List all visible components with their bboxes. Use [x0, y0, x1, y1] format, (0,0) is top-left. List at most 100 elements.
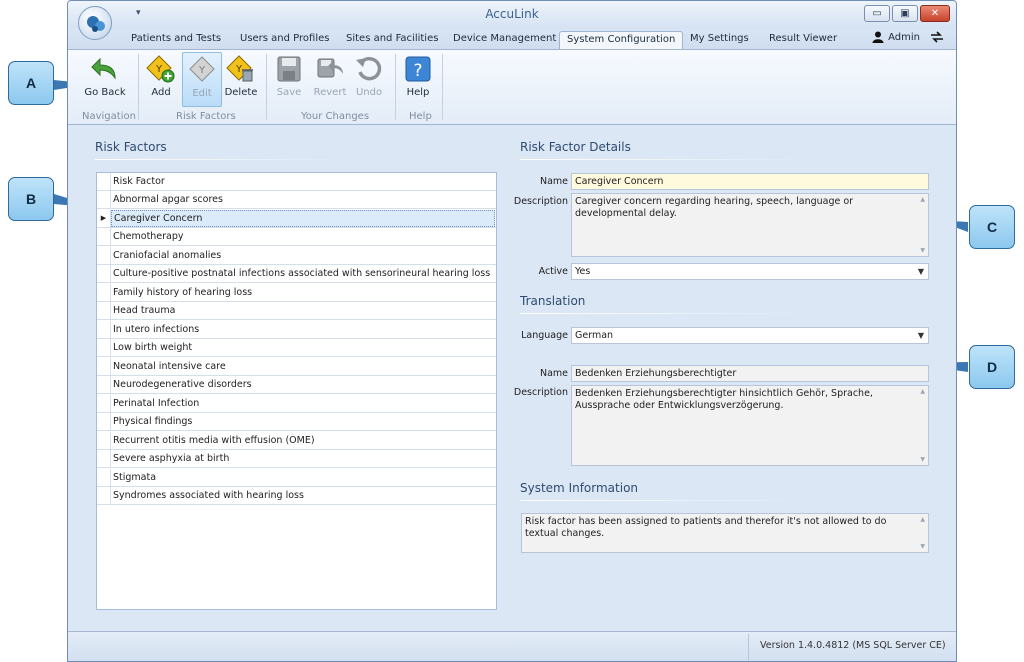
- row-indicator: [97, 320, 111, 338]
- callout-d: D: [969, 345, 1015, 389]
- callout-b: B: [8, 177, 54, 221]
- risk-factor-cell[interactable]: Neonatal intensive care: [113, 358, 226, 375]
- tab-device-management[interactable]: Device Management: [446, 31, 563, 49]
- close-button[interactable]: ✕: [920, 5, 950, 22]
- table-row[interactable]: Syndromes associated with hearing loss: [97, 487, 496, 505]
- risk-factor-cell[interactable]: Low birth weight: [113, 339, 192, 356]
- scroll-down-icon[interactable]: ▼: [920, 247, 925, 254]
- scroll-up-icon[interactable]: ▲: [920, 196, 925, 203]
- translation-name-label: Name: [539, 368, 568, 379]
- user-name[interactable]: Admin: [888, 32, 920, 43]
- table-row[interactable]: Abnormal apgar scores: [97, 191, 496, 209]
- risk-factor-cell[interactable]: Neurodegenerative disorders: [113, 376, 252, 393]
- row-indicator: [97, 191, 111, 208]
- maximize-button[interactable]: ▣: [892, 5, 918, 22]
- title-underline: [520, 159, 820, 160]
- risk-factor-cell[interactable]: Chemotherapy: [113, 228, 184, 245]
- ribbon: Go Back Navigation Y Add Y Edit Y Delete…: [68, 49, 956, 125]
- tab-sites-and-facilities[interactable]: Sites and Facilities: [339, 31, 445, 49]
- table-row[interactable]: Stigmata: [97, 468, 496, 487]
- risk-factor-cell[interactable]: Recurrent otitis media with effusion (OM…: [113, 432, 315, 449]
- add-button[interactable]: Y Add: [141, 52, 181, 107]
- table-row[interactable]: Chemotherapy: [97, 228, 496, 246]
- edit-button[interactable]: Y Edit: [182, 52, 222, 107]
- window-controls: ▭ ▣ ✕: [864, 5, 950, 22]
- table-row[interactable]: Neonatal intensive care: [97, 357, 496, 376]
- translation-name-field[interactable]: Bedenken Erziehungsberechtigter: [571, 365, 929, 382]
- save-button[interactable]: Save: [269, 52, 309, 107]
- edit-risk-factor-icon: Y: [189, 56, 215, 82]
- app-logo-icon[interactable]: [78, 6, 112, 40]
- table-row[interactable]: Culture-positive postnatal infections as…: [97, 265, 496, 283]
- table-row[interactable]: Recurrent otitis media with effusion (OM…: [97, 431, 496, 450]
- revert-button[interactable]: Revert: [310, 52, 350, 107]
- risk-factor-cell[interactable]: In utero infections: [113, 321, 199, 338]
- ribbon-separator: [395, 54, 396, 120]
- tab-result-viewer[interactable]: Result Viewer: [762, 31, 844, 49]
- active-select[interactable]: Yes ▼: [571, 263, 929, 280]
- table-row[interactable]: Craniofacial anomalies: [97, 246, 496, 265]
- risk-factor-cell[interactable]: Physical findings: [113, 413, 192, 430]
- tab-my-settings[interactable]: My Settings: [683, 31, 756, 49]
- risk-factor-cell[interactable]: Caregiver Concern: [111, 209, 495, 227]
- scroll-up-icon[interactable]: ▲: [920, 388, 925, 395]
- table-row[interactable]: Family history of hearing loss: [97, 283, 496, 302]
- language-label: Language: [521, 330, 568, 341]
- risk-factor-cell[interactable]: Head trauma: [113, 302, 175, 319]
- row-indicator: [97, 376, 111, 393]
- back-arrow-icon: [91, 57, 116, 80]
- switch-user-icon[interactable]: [930, 31, 944, 43]
- svg-text:Y: Y: [155, 64, 163, 75]
- app-title: AccuLink: [485, 7, 539, 21]
- risk-factor-name-field[interactable]: Caregiver Concern: [571, 173, 929, 190]
- title-underline: [520, 313, 820, 314]
- group-label-help: Help: [409, 111, 432, 122]
- undo-icon: [356, 56, 382, 81]
- tab-users-and-profiles[interactable]: Users and Profiles: [233, 31, 336, 49]
- tab-system-configuration[interactable]: System Configuration: [559, 31, 684, 49]
- table-row[interactable]: In utero infections: [97, 320, 496, 339]
- delete-label: Delete: [224, 87, 258, 98]
- table-row[interactable]: Low birth weight: [97, 339, 496, 357]
- table-row[interactable]: Physical findings: [97, 413, 496, 431]
- row-indicator: [97, 246, 111, 264]
- translation-description-label: Description: [513, 387, 568, 398]
- row-indicator: [97, 413, 111, 430]
- tab-bar: Patients and Tests Users and Profiles Si…: [68, 29, 956, 49]
- table-row[interactable]: Perinatal Infection: [97, 394, 496, 413]
- undo-button[interactable]: Undo: [349, 52, 389, 107]
- delete-button[interactable]: Y Delete: [221, 52, 261, 107]
- row-indicator: [97, 394, 111, 412]
- minimize-button[interactable]: ▭: [864, 5, 890, 22]
- risk-factor-cell[interactable]: Stigmata: [113, 469, 156, 486]
- scroll-down-icon[interactable]: ▼: [920, 543, 925, 550]
- svg-text:?: ?: [413, 61, 422, 81]
- risk-factor-cell[interactable]: Syndromes associated with hearing loss: [113, 487, 304, 504]
- risk-factors-grid[interactable]: Risk Factor Abnormal apgar scores ▶ Caregi…: [96, 172, 497, 610]
- ribbon-separator: [266, 54, 267, 120]
- status-separator: [748, 634, 749, 660]
- risk-factor-cell[interactable]: Craniofacial anomalies: [113, 247, 221, 264]
- table-row[interactable]: ▶ Caregiver Concern: [97, 209, 496, 228]
- risk-factor-cell[interactable]: Severe asphyxia at birth: [113, 450, 229, 467]
- table-row[interactable]: Severe asphyxia at birth: [97, 450, 496, 468]
- table-row[interactable]: Neurodegenerative disorders: [97, 376, 496, 394]
- risk-factor-cell[interactable]: Perinatal Infection: [113, 395, 199, 412]
- go-back-button[interactable]: Go Back: [84, 52, 126, 107]
- translation-title: Translation: [520, 294, 586, 308]
- language-select[interactable]: German ▼: [571, 327, 929, 344]
- svg-text:Y: Y: [198, 65, 206, 76]
- table-row[interactable]: Head trauma: [97, 302, 496, 320]
- tab-patients-and-tests[interactable]: Patients and Tests: [124, 31, 228, 49]
- risk-factor-cell[interactable]: Abnormal apgar scores: [113, 191, 223, 208]
- column-header-risk-factor[interactable]: Risk Factor: [113, 173, 165, 190]
- scroll-up-icon[interactable]: ▲: [920, 516, 925, 523]
- risk-factor-details-title: Risk Factor Details: [520, 140, 631, 154]
- go-back-label: Go Back: [84, 87, 126, 98]
- risk-factor-cell[interactable]: Culture-positive postnatal infections as…: [113, 265, 490, 282]
- help-button[interactable]: ? Help: [398, 52, 438, 107]
- scroll-down-icon[interactable]: ▼: [920, 456, 925, 463]
- translation-description-field[interactable]: Bedenken Erziehungsberechtigter hinsicht…: [571, 385, 929, 466]
- risk-factor-description-field[interactable]: Caregiver concern regarding hearing, spe…: [571, 193, 929, 257]
- risk-factor-cell[interactable]: Family history of hearing loss: [113, 284, 252, 301]
